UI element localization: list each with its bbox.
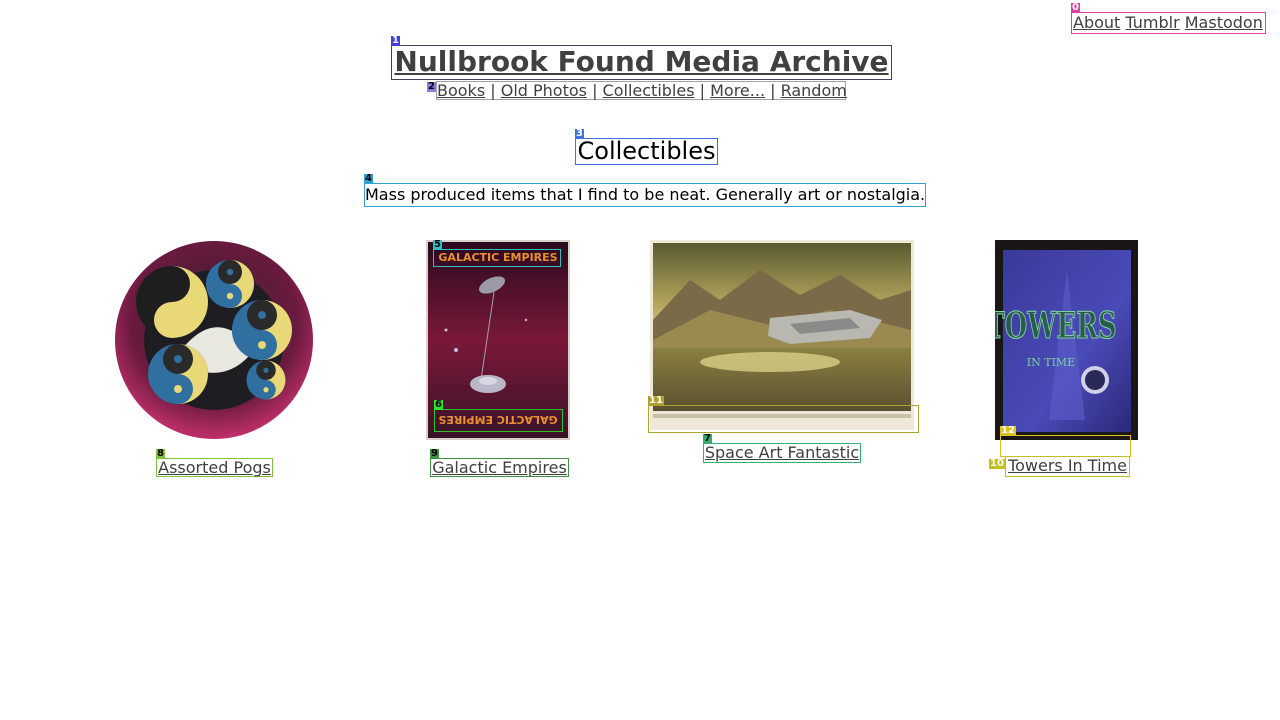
overlay-label-11: 11 — [648, 395, 664, 406]
overlay-label-2: 2 — [427, 81, 436, 92]
tumblr-link[interactable]: Tumblr — [1125, 13, 1179, 32]
nav-old-photos-link[interactable]: Old Photos — [501, 81, 587, 100]
yin-yang-pog-image[interactable] — [114, 240, 314, 440]
nav-random-link[interactable]: Random — [781, 81, 847, 100]
overlay-label-3: 3 — [575, 128, 584, 139]
towers-in-time-card-art: TOWERS IN TIME — [995, 240, 1138, 440]
overlay-label-9: 9 — [430, 448, 439, 459]
galactic-empires-link[interactable]: Galactic Empires — [430, 458, 569, 477]
nav-more-link[interactable]: More... — [710, 81, 765, 100]
nav-separator: | — [694, 81, 711, 100]
site-title: Nullbrook Found Media Archive — [391, 45, 892, 80]
towers-card-subtitle: IN TIME — [1027, 356, 1075, 369]
space-art-caption-strip-region — [648, 405, 919, 433]
towers-in-time-link[interactable]: Towers In Time — [1005, 456, 1130, 477]
overlay-label-1: 1 — [391, 35, 400, 46]
category-nav: Books | Old Photos | Collectibles | More… — [436, 81, 847, 100]
about-link[interactable]: About — [1073, 13, 1120, 32]
page-description: Mass produced items that I find to be ne… — [364, 183, 926, 207]
top-nav: About Tumblr Mastodon — [1071, 12, 1266, 34]
page-heading: Collectibles — [575, 138, 718, 165]
space-art-landscape-art — [650, 240, 914, 430]
nav-books-link[interactable]: Books — [437, 81, 485, 100]
galactic-card-title-region — [433, 249, 561, 267]
nav-separator: | — [586, 81, 603, 100]
overlay-label-7: 7 — [703, 433, 712, 444]
overlay-label-6: 6 — [434, 399, 443, 410]
overlay-label-12: 12 — [1000, 425, 1016, 436]
nav-collectibles-link[interactable]: Collectibles — [603, 81, 695, 100]
nav-separator: | — [485, 81, 501, 100]
mastodon-link[interactable]: Mastodon — [1185, 13, 1263, 32]
space-art-fantastic-link[interactable]: Space Art Fantastic — [703, 443, 861, 463]
towers-card-title: TOWERS — [995, 305, 1117, 348]
nav-separator: | — [765, 81, 781, 100]
yin-yang-pog-art — [115, 241, 313, 439]
towers-card-bottom-region — [1000, 435, 1131, 457]
overlay-label-4: 4 — [364, 173, 373, 184]
overlay-label-0: 0 — [1071, 2, 1080, 13]
assorted-pogs-link[interactable]: Assorted Pogs — [156, 458, 273, 477]
space-art-landscape-image[interactable] — [650, 240, 914, 430]
galactic-card-bottom-region — [434, 409, 563, 432]
site-title-link[interactable]: Nullbrook Found Media Archive — [394, 45, 888, 78]
towers-in-time-card-image[interactable]: TOWERS IN TIME — [995, 240, 1138, 440]
overlay-label-5: 5 — [433, 239, 442, 250]
overlay-label-10: 10 — [989, 458, 1005, 469]
overlay-label-8: 8 — [156, 448, 165, 459]
